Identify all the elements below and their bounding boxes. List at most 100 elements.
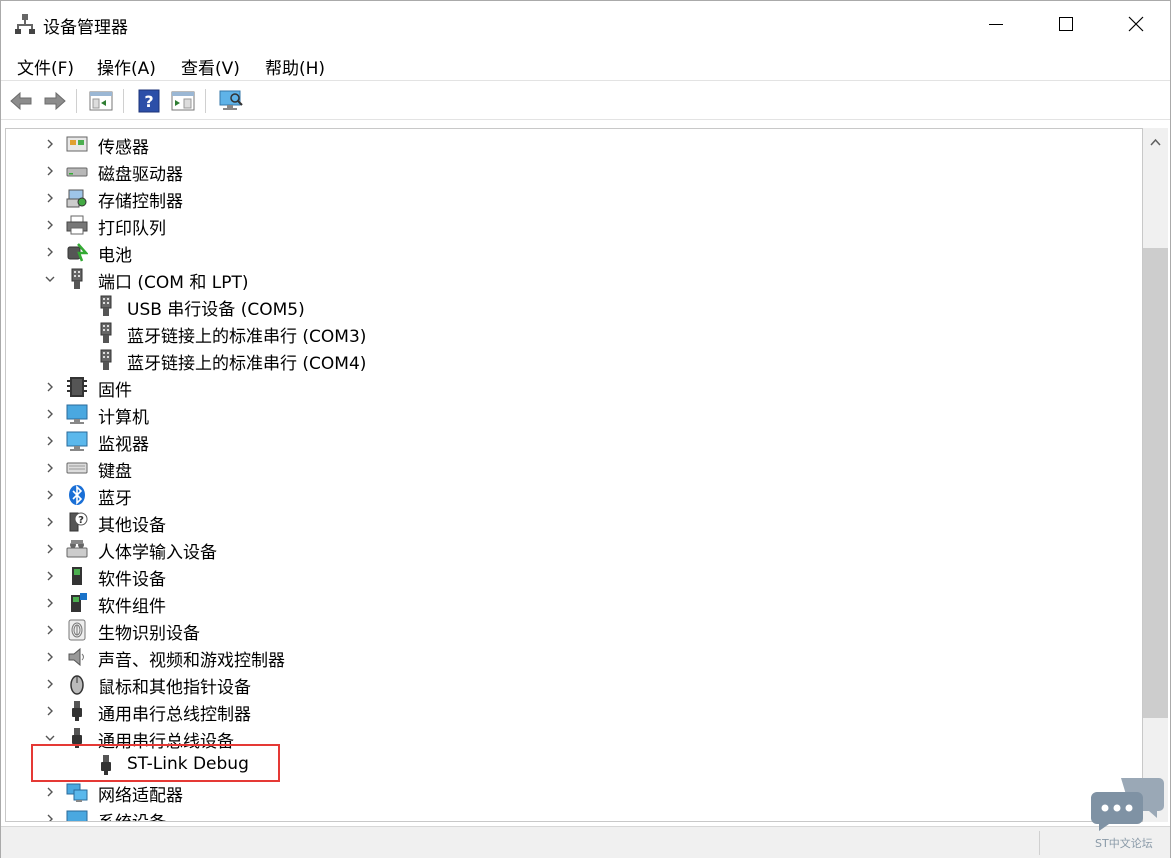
tree-row-label: 监视器 — [98, 435, 149, 455]
chevron-right-icon[interactable] — [43, 811, 57, 821]
software-component-icon — [66, 592, 88, 614]
help-icon: ? — [138, 89, 160, 113]
maximize-icon — [1059, 17, 1073, 31]
help-button[interactable]: ? — [135, 88, 163, 114]
vertical-scrollbar[interactable] — [1143, 128, 1168, 822]
tree-category-row[interactable]: 计算机 — [6, 400, 1142, 428]
tree-category-row[interactable]: 电池 — [6, 238, 1142, 266]
chevron-right-icon[interactable] — [43, 460, 57, 474]
device-tree[interactable]: 传感器磁盘驱动器存储控制器打印队列 电池 端口 (COM 和 LPT) USB 串行设… — [5, 128, 1143, 822]
device-manager-app-icon — [15, 14, 35, 34]
tree-category-row[interactable]: 蓝牙 — [6, 481, 1142, 509]
watermark-text: ST中文论坛 — [1095, 837, 1153, 850]
forward-icon — [44, 91, 66, 111]
chevron-right-icon[interactable] — [43, 433, 57, 447]
svg-text:?: ? — [144, 92, 153, 111]
port-icon — [66, 268, 88, 290]
tree-device-row[interactable]: USB 串行设备 (COM5) — [6, 292, 1142, 320]
chevron-right-icon[interactable] — [43, 190, 57, 204]
tree-device-row[interactable]: 蓝牙链接上的标准串行 (COM4) — [6, 346, 1142, 374]
hid-icon — [66, 538, 88, 560]
close-icon — [1128, 16, 1144, 32]
title-bar[interactable]: 设备管理器 — [1, 1, 1170, 47]
forum-chat-logo-icon — [1091, 778, 1164, 831]
chevron-right-icon[interactable] — [43, 622, 57, 636]
toolbar-separator — [123, 89, 124, 113]
tree-category-row[interactable]: 打印队列 — [6, 211, 1142, 239]
menu-action[interactable]: 操作(A) — [97, 54, 156, 79]
chevron-right-icon[interactable] — [43, 703, 57, 717]
software-device-icon — [66, 565, 88, 587]
show-hide-button[interactable] — [169, 88, 197, 114]
tree-category-row[interactable]: 系统设备 — [6, 805, 1142, 821]
monitor-icon — [66, 430, 88, 452]
tree-category-row[interactable]: 存储控制器 — [6, 184, 1142, 212]
tree-row-label: 蓝牙 — [98, 489, 132, 509]
tree-row-label: 蓝牙链接上的标准串行 (COM4) — [127, 354, 367, 374]
tree-row-label: 蓝牙链接上的标准串行 (COM3) — [127, 327, 367, 347]
tree-row-label: 键盘 — [98, 462, 132, 482]
tree-category-row[interactable]: 软件组件 — [6, 589, 1142, 617]
tree-row-label: 系统设备 — [98, 808, 166, 821]
tree-row-label: 磁盘驱动器 — [98, 165, 183, 185]
back-button[interactable] — [7, 88, 35, 114]
chevron-right-icon[interactable] — [43, 163, 57, 177]
chevron-right-icon[interactable] — [43, 217, 57, 231]
chevron-right-icon[interactable] — [43, 676, 57, 690]
tree-category-row[interactable]: ? 其他设备 — [6, 508, 1142, 536]
scrollbar-thumb[interactable] — [1143, 248, 1168, 718]
tree-category-row[interactable]: 软件设备 — [6, 562, 1142, 590]
menu-help[interactable]: 帮助(H) — [265, 54, 325, 79]
chevron-right-icon[interactable] — [43, 784, 57, 798]
scan-hardware-button[interactable] — [217, 88, 245, 114]
maximize-button[interactable] — [1031, 1, 1101, 47]
tree-category-row[interactable]: 鼠标和其他指针设备 — [6, 670, 1142, 698]
chevron-right-icon[interactable] — [43, 487, 57, 501]
chevron-right-icon[interactable] — [43, 595, 57, 609]
menu-file[interactable]: 文件(F) — [17, 54, 74, 79]
tree-row-label: 生物识别设备 — [98, 624, 200, 644]
chevron-right-icon[interactable] — [43, 406, 57, 420]
back-icon — [10, 91, 32, 111]
tree-row-label: 固件 — [98, 381, 132, 401]
console-tree-button[interactable] — [87, 88, 115, 114]
tree-row-label: USB 串行设备 (COM5) — [127, 300, 305, 320]
tree-category-row[interactable]: 磁盘驱动器 — [6, 157, 1142, 185]
properties-icon — [89, 91, 113, 111]
status-separator — [1039, 831, 1040, 855]
tree-category-row[interactable]: 传感器 — [6, 130, 1142, 158]
chevron-right-icon[interactable] — [43, 568, 57, 582]
tree-category-row[interactable]: 人体学输入设备 — [6, 535, 1142, 563]
tree-device-row[interactable]: 蓝牙链接上的标准串行 (COM3) — [6, 319, 1142, 347]
chevron-right-icon[interactable] — [43, 541, 57, 555]
port-icon — [95, 322, 117, 344]
chevron-down-icon[interactable] — [43, 730, 57, 744]
fingerprint-icon — [66, 619, 88, 641]
tree-category-row[interactable]: 端口 (COM 和 LPT) — [6, 265, 1142, 293]
minimize-button[interactable] — [961, 1, 1031, 47]
tree-category-row[interactable]: 生物识别设备 — [6, 616, 1142, 644]
system-device-icon — [66, 808, 88, 821]
tree-category-row[interactable]: 网络适配器 — [6, 778, 1142, 806]
network-adapter-icon — [66, 781, 88, 803]
chevron-right-icon[interactable] — [43, 244, 57, 258]
tree-row-label: 打印队列 — [98, 219, 166, 239]
tree-row-label: 存储控制器 — [98, 192, 183, 212]
menu-view[interactable]: 查看(V) — [181, 54, 240, 79]
tree-category-row[interactable]: 声音、视频和游戏控制器 — [6, 643, 1142, 671]
tree-category-row[interactable]: 监视器 — [6, 427, 1142, 455]
forward-button[interactable] — [41, 88, 69, 114]
tree-category-row[interactable]: 固件 — [6, 373, 1142, 401]
chevron-right-icon[interactable] — [43, 514, 57, 528]
chevron-down-icon[interactable] — [43, 271, 57, 285]
chevron-right-icon[interactable] — [43, 136, 57, 150]
unknown-device-icon: ? — [66, 511, 88, 533]
usb-icon — [66, 700, 88, 722]
chevron-right-icon[interactable] — [43, 379, 57, 393]
chevron-right-icon[interactable] — [43, 649, 57, 663]
tree-category-row[interactable]: 通用串行总线控制器 — [6, 697, 1142, 725]
close-button[interactable] — [1101, 1, 1171, 47]
tree-category-row[interactable]: 键盘 — [6, 454, 1142, 482]
scroll-up-icon[interactable] — [1150, 138, 1161, 146]
toolbar: ? — [1, 82, 1170, 120]
